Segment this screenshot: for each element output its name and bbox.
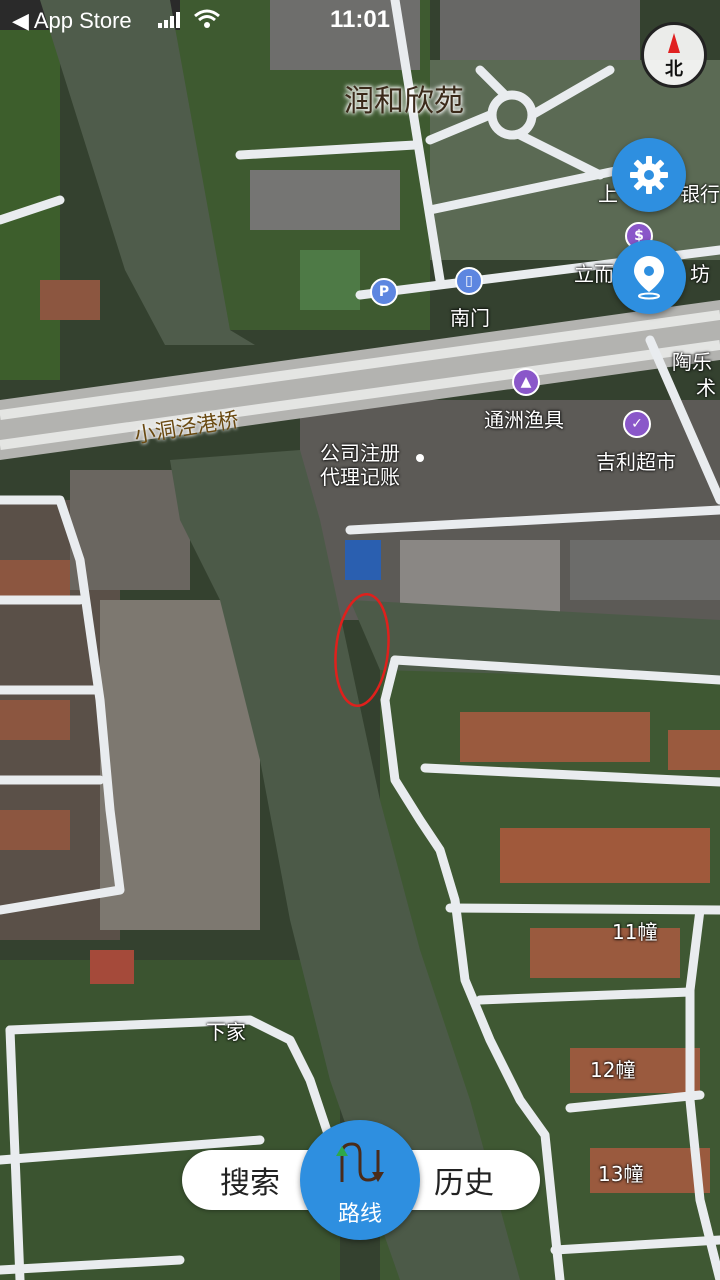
settings-button[interactable] <box>612 138 686 212</box>
map-label-building-11[interactable]: 11幢 <box>612 916 657 945</box>
compass-north-label: 北 <box>665 59 683 80</box>
shop-poi-icon[interactable]: ▲ <box>512 368 540 396</box>
signal-icon <box>158 12 180 33</box>
map-label-taole-2[interactable]: 术 <box>696 372 716 401</box>
map-label-xiajia[interactable]: 下家 <box>206 1016 246 1045</box>
my-location-button[interactable] <box>612 240 686 314</box>
map-label-limian-2[interactable]: 坊 <box>690 258 710 287</box>
compass[interactable]: 北 <box>641 22 707 88</box>
location-pin-icon <box>634 256 664 300</box>
search-tab[interactable]: 搜索 <box>220 1158 280 1202</box>
status-time: 11:01 <box>329 6 391 33</box>
parking-poi[interactable]: P <box>370 278 398 306</box>
map-label-company-line2[interactable]: 代理记账 <box>320 461 400 490</box>
map-label-tongzhou[interactable]: 通洲渔具 <box>484 404 564 433</box>
wifi-icon <box>194 9 220 34</box>
gear-icon <box>630 156 668 194</box>
map-label-runhe[interactable]: 润和欣苑 <box>344 76 464 120</box>
status-bar: ◀ App Store 11:01 <box>0 0 720 40</box>
cart-poi-icon[interactable]: ✓ <box>623 410 651 438</box>
route-button[interactable]: 路线 <box>300 1120 420 1240</box>
parking-letter: P <box>378 284 390 300</box>
map-label-building-13[interactable]: 13幢 <box>598 1158 643 1187</box>
map-label-limian[interactable]: 立而 <box>574 258 614 287</box>
map-label-building-12[interactable]: 12幢 <box>590 1054 635 1083</box>
route-path-icon <box>336 1142 384 1182</box>
map-label-taole[interactable]: 陶乐 <box>672 346 712 375</box>
history-tab[interactable]: 历史 <box>434 1158 494 1202</box>
map-label-bank-partial-2[interactable]: 银行 <box>680 178 720 207</box>
route-label: 路线 <box>337 1202 382 1227</box>
map-label-jili[interactable]: 吉利超市 <box>596 446 676 475</box>
map-label-nanmen[interactable]: 南门 <box>450 302 490 331</box>
gate-poi-icon[interactable]: ▯ <box>455 267 483 295</box>
